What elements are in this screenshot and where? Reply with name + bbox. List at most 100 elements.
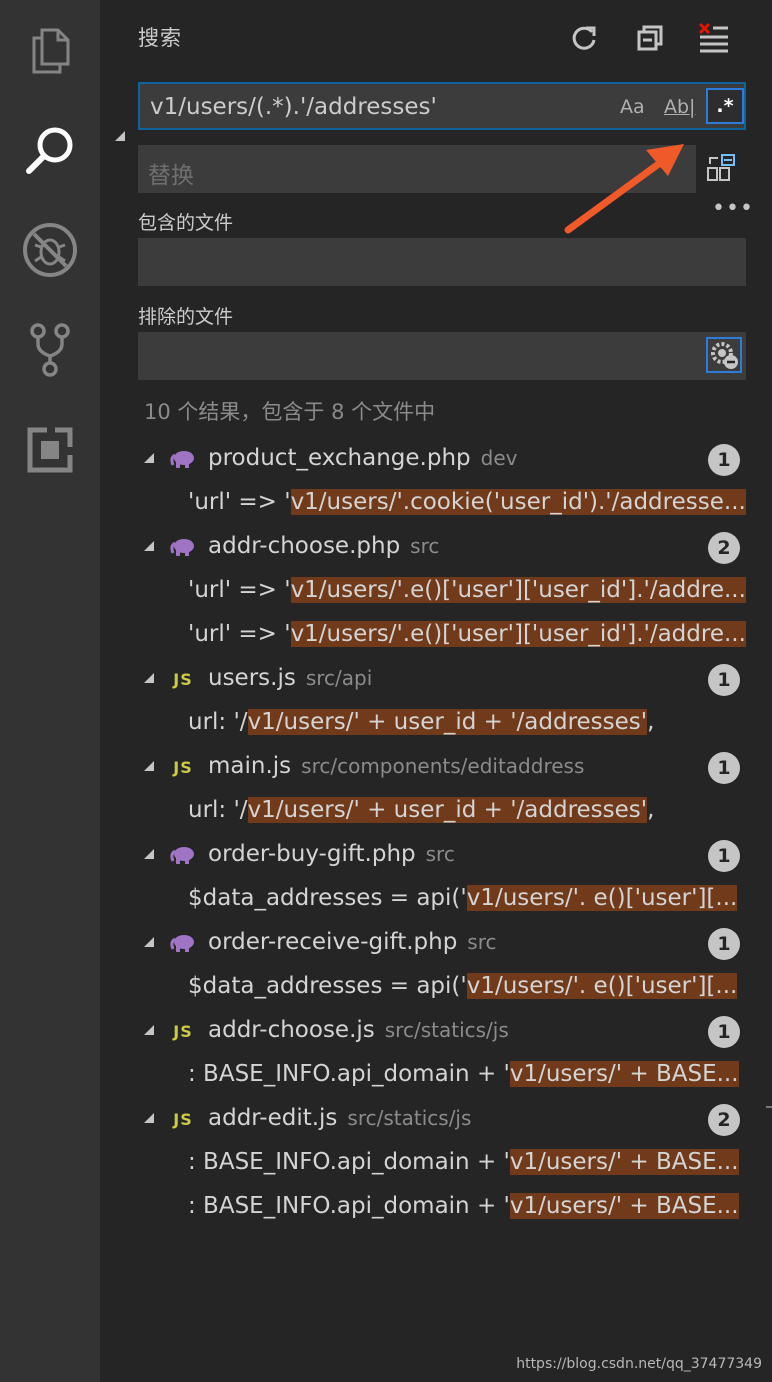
match-count-badge: 1 xyxy=(708,928,740,960)
match-count-badge: 1 xyxy=(708,752,740,784)
file-name-text: addr-edit.js xyxy=(208,1105,338,1131)
match-count-badge: 2 xyxy=(708,1104,740,1136)
match-suffix: , xyxy=(647,797,655,823)
refresh-icon[interactable] xyxy=(564,18,604,58)
clear-results-icon[interactable] xyxy=(694,18,734,58)
more-options-icon[interactable]: ••• xyxy=(712,196,754,221)
replace-all-icon[interactable] xyxy=(704,152,740,188)
file-name-text: users.js xyxy=(208,665,296,691)
match-text: url: '/v1/users/' + user_id + '/addresse… xyxy=(188,709,772,735)
match-suffix: , xyxy=(647,709,655,735)
expand-triangle-icon[interactable] xyxy=(144,849,154,859)
file-path-text: src/statics/js xyxy=(384,1018,509,1042)
result-match-row[interactable]: url: '/v1/users/' + user_id + '/addresse… xyxy=(100,702,772,746)
expand-triangle-icon[interactable] xyxy=(144,673,154,683)
match-prefix: url: '/ xyxy=(188,709,248,735)
match-prefix: : BASE_INFO.api_domain + ' xyxy=(188,1193,510,1219)
match-text: : BASE_INFO.api_domain + 'v1/users/' + B… xyxy=(188,1061,772,1087)
search-value: v1/users/(.*).'/addresses' xyxy=(150,94,437,120)
extensions-icon[interactable] xyxy=(0,404,100,496)
match-count-badge: 2 xyxy=(708,532,740,564)
result-match-row[interactable]: 'url' => 'v1/users/'.e()['user']['user_i… xyxy=(100,614,772,658)
debug-icon[interactable] xyxy=(0,204,100,296)
match-count-badge: 1 xyxy=(708,444,740,476)
match-text: : BASE_INFO.api_domain + 'v1/users/' + B… xyxy=(188,1149,772,1175)
match-highlight: v1/users/' + BASE... xyxy=(509,1193,739,1219)
result-file-name: addr-choose.js src/statics/js xyxy=(208,1017,509,1043)
php-elephant-icon xyxy=(170,448,196,470)
js-file-icon: JS xyxy=(173,1109,193,1129)
exclude-files-input[interactable] xyxy=(138,332,746,380)
expand-triangle-icon[interactable] xyxy=(144,541,154,551)
php-elephant-icon xyxy=(170,932,196,954)
js-file-icon: JS xyxy=(173,1021,193,1041)
expand-triangle-icon[interactable] xyxy=(144,1113,154,1123)
exclude-settings-gear-icon[interactable] xyxy=(706,337,742,373)
file-path-text: src/statics/js xyxy=(347,1106,472,1130)
result-match-row[interactable]: : BASE_INFO.api_domain + 'v1/users/' + B… xyxy=(100,1142,772,1186)
match-highlight: v1/users/' + user_id + '/addresses' xyxy=(247,797,648,823)
result-match-row[interactable]: 'url' => 'v1/users/'.e()['user']['user_i… xyxy=(100,570,772,614)
result-file-row[interactable]: JS addr-edit.js src/statics/js 2 xyxy=(100,1098,772,1142)
match-text: : BASE_INFO.api_domain + 'v1/users/' + B… xyxy=(188,1193,772,1219)
result-file-name: main.js src/components/editaddress xyxy=(208,753,584,779)
regex-icon[interactable]: .* xyxy=(706,88,744,124)
result-match-row[interactable]: : BASE_INFO.api_domain + 'v1/users/' + B… xyxy=(100,1054,772,1098)
source-control-icon[interactable] xyxy=(0,304,100,396)
expand-triangle-icon[interactable] xyxy=(144,1025,154,1035)
files-icon[interactable] xyxy=(0,4,100,96)
search-icon[interactable] xyxy=(0,104,100,196)
result-file-row[interactable]: JS users.js src/api 1 xyxy=(100,658,772,702)
replace-input[interactable]: 替换 xyxy=(138,145,696,193)
match-prefix: : BASE_INFO.api_domain + ' xyxy=(188,1061,510,1087)
result-match-row[interactable]: $data_addresses = api('v1/users/'. e()['… xyxy=(100,878,772,922)
result-file-name: addr-choose.php src xyxy=(208,533,439,559)
file-path-text: src xyxy=(467,930,497,954)
result-match-row[interactable]: $data_addresses = api('v1/users/'. e()['… xyxy=(100,966,772,1010)
match-highlight: v1/users/' + BASE... xyxy=(509,1149,739,1175)
match-prefix: url: '/ xyxy=(188,797,248,823)
result-file-row[interactable]: order-receive-gift.php src 1 xyxy=(100,922,772,966)
match-count-badge: 1 xyxy=(708,840,740,872)
file-path-text: src xyxy=(410,534,440,558)
result-file-row[interactable]: JS main.js src/components/editaddress 1 xyxy=(100,746,772,790)
collapse-all-icon[interactable] xyxy=(630,18,670,58)
result-match-row[interactable]: : BASE_INFO.api_domain + 'v1/users/' + B… xyxy=(100,1186,772,1230)
file-path-text: src/components/editaddress xyxy=(301,754,585,778)
result-file-row[interactable]: order-buy-gift.php src 1 xyxy=(100,834,772,878)
panel-title: 搜索 xyxy=(138,26,182,50)
search-input[interactable]: v1/users/(.*).'/addresses' Aa Ab| .* xyxy=(138,82,746,130)
match-prefix: 'url' => ' xyxy=(188,577,291,603)
match-whole-word-icon[interactable]: Ab| xyxy=(664,90,695,124)
expand-triangle-icon[interactable] xyxy=(144,761,154,771)
include-files-input[interactable] xyxy=(138,238,746,286)
match-count-badge: 1 xyxy=(708,664,740,696)
result-file-row[interactable]: addr-choose.php src 2 xyxy=(100,526,772,570)
match-highlight: v1/users/' + BASE... xyxy=(509,1061,739,1087)
result-file-row[interactable]: JS addr-choose.js src/statics/js 1 xyxy=(100,1010,772,1054)
match-text: 'url' => 'v1/users/'.e()['user']['user_i… xyxy=(188,621,772,647)
file-name-text: addr-choose.php xyxy=(208,533,401,559)
js-file-icon: JS xyxy=(173,757,193,777)
result-file-name: users.js src/api xyxy=(208,665,372,691)
results-tree: product_exchange.php dev 1'url' => 'v1/use… xyxy=(100,438,772,1230)
match-text: $data_addresses = api('v1/users/'. e()['… xyxy=(188,885,772,911)
expand-triangle-icon[interactable] xyxy=(144,937,154,947)
js-file-icon: JS xyxy=(173,669,193,689)
result-match-row[interactable]: 'url' => 'v1/users/'.cookie('user_id').'… xyxy=(100,482,772,526)
file-name-text: order-receive-gift.php xyxy=(208,929,458,955)
expand-triangle-icon[interactable] xyxy=(144,453,154,463)
result-file-row[interactable]: product_exchange.php dev 1 xyxy=(100,438,772,482)
match-text: url: '/v1/users/' + user_id + '/addresse… xyxy=(188,797,772,823)
match-highlight: v1/users/'. e()['user'][... xyxy=(466,973,738,999)
toggle-replace-icon[interactable] xyxy=(115,131,125,141)
activity-bar xyxy=(0,0,100,1382)
watermark: https://blog.csdn.net/qq_37477349 xyxy=(516,1356,762,1372)
result-match-row[interactable]: url: '/v1/users/' + user_id + '/addresse… xyxy=(100,790,772,834)
search-panel: 搜索 v1/users/(.*).'/addresses' Aa Ab| .* xyxy=(100,0,772,1382)
match-highlight: v1/users/'.e()['user']['user_id'].'/addr… xyxy=(290,577,746,603)
match-case-icon[interactable]: Aa xyxy=(620,90,645,124)
exclude-label: 排除的文件 xyxy=(138,306,234,328)
include-label: 包含的文件 xyxy=(138,212,234,234)
file-path-text: dev xyxy=(480,446,518,470)
